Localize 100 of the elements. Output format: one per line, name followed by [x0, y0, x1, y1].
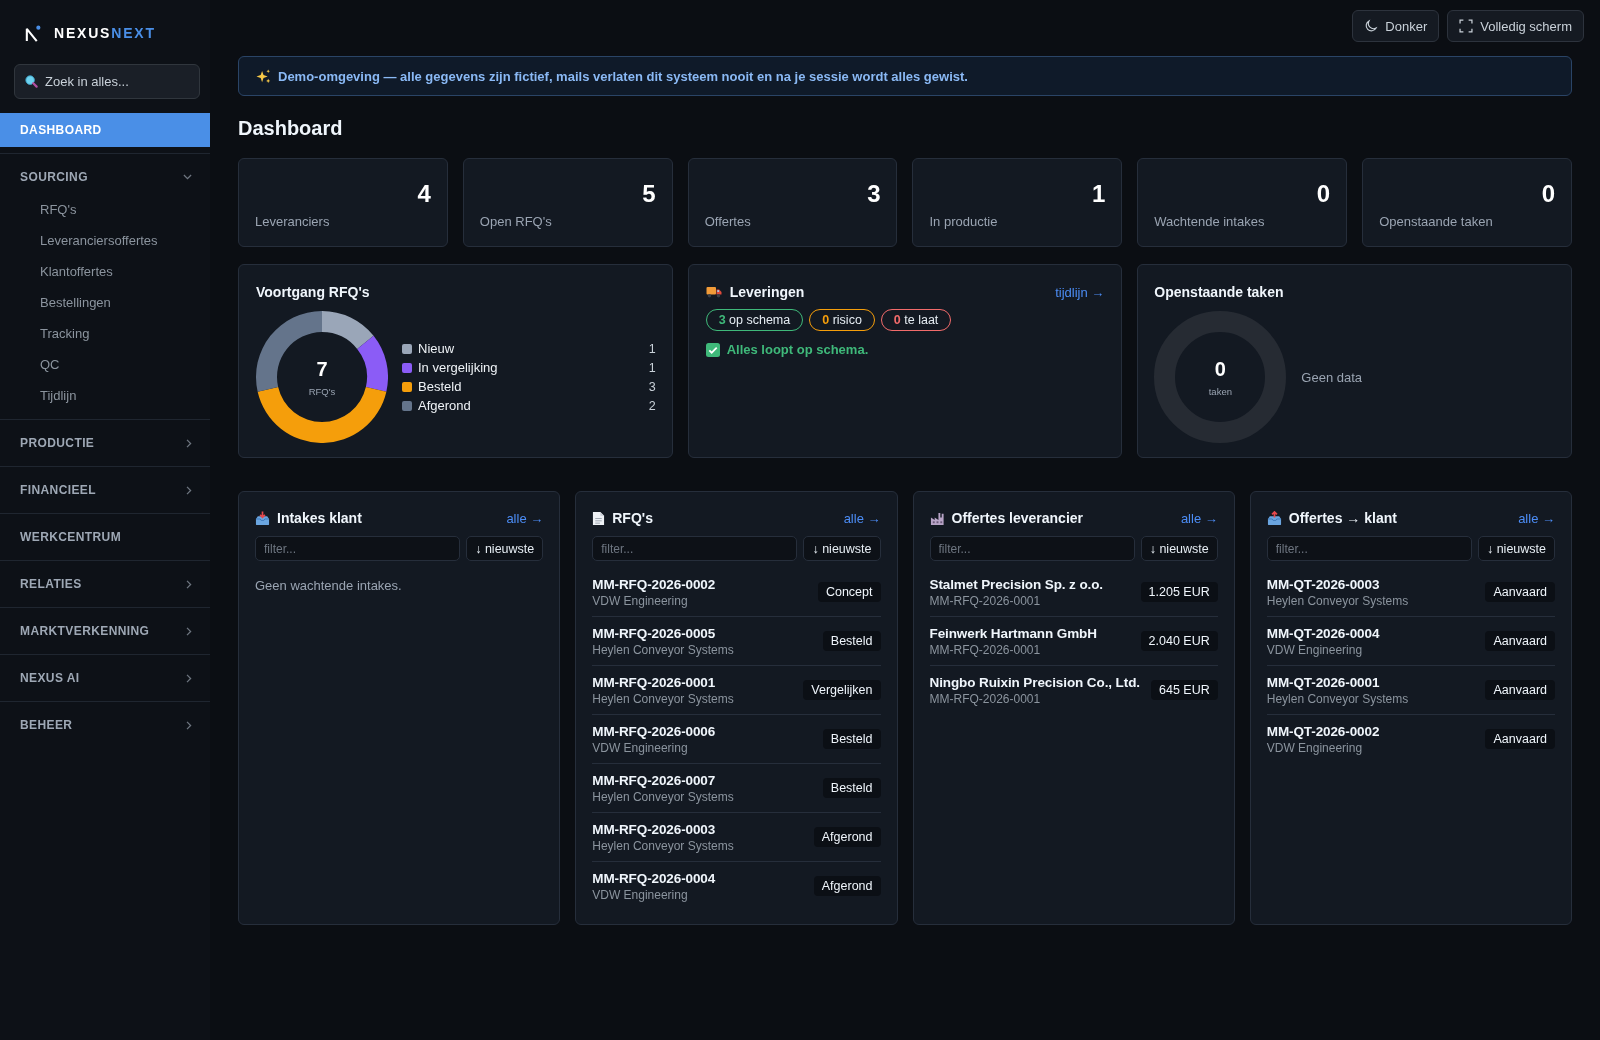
row-title[interactable]: MM-RFQ-2026-0007: [592, 771, 716, 789]
row-subtitle: MM-RFQ-2026-0001: [929, 642, 1041, 658]
legend-count: 1: [648, 360, 656, 375]
card-title: Offertes → klant: [1288, 510, 1397, 526]
row-title[interactable]: MM-QT-2026-0004: [1266, 624, 1380, 642]
status-label: Besteld: [822, 778, 881, 798]
filter-field[interactable]: filter...: [255, 536, 461, 561]
row-title[interactable]: Feinwerk Hartmann GmbH: [929, 624, 1097, 642]
card-title: Offertes leverancier: [951, 510, 1084, 526]
legend-label: Nieuw: [418, 340, 455, 358]
amount-label: 1.205 EUR: [1140, 582, 1218, 602]
stat-label: In productie: [929, 214, 998, 230]
row-subtitle: Heylen Conveyor Systems: [592, 691, 734, 707]
sort-button[interactable]: ↓ nieuwste: [1477, 536, 1555, 561]
timeline-link[interactable]: tijdlijn →: [1055, 284, 1105, 300]
stat-value: 4: [417, 180, 431, 208]
nav-group[interactable]: FINANCIEEL: [0, 473, 210, 507]
stat-label: Offertes: [704, 214, 751, 230]
nav-subitem[interactable]: Bestellingen: [40, 287, 111, 318]
row-title[interactable]: MM-RFQ-2026-0006: [592, 722, 716, 740]
row-subtitle: Heylen Conveyor Systems: [1266, 593, 1409, 609]
nav-subitem[interactable]: QC: [40, 349, 60, 380]
inbox-tray-icon: [255, 510, 270, 526]
nav-subitem[interactable]: Klantoffertes: [40, 256, 113, 287]
status-label: Besteld: [822, 729, 881, 749]
truck-icon: [705, 286, 722, 298]
nav-group[interactable]: NEXUS AI: [0, 661, 210, 695]
nav-item[interactable]: WERKCENTRUM: [0, 520, 210, 554]
stat-label: Openstaande taken: [1379, 214, 1493, 230]
card-title: Voortgang RFQ's: [256, 283, 370, 301]
row-title[interactable]: MM-QT-2026-0001: [1266, 673, 1380, 691]
filter-field[interactable]: filter...: [929, 536, 1135, 561]
nav-group[interactable]: BEHEER: [0, 708, 210, 742]
nav-group[interactable]: MARKTVERKENNING: [0, 614, 210, 648]
stat-value: 1: [1091, 180, 1106, 208]
row-title[interactable]: MM-QT-2026-0003: [1266, 575, 1380, 593]
row-title[interactable]: MM-RFQ-2026-0005: [592, 624, 716, 642]
sparkle-icon: [256, 68, 271, 84]
nav-group[interactable]: SOURCING: [0, 160, 210, 194]
nav-subitem[interactable]: Tracking: [40, 318, 90, 349]
view-all-link[interactable]: alle →: [1180, 510, 1218, 526]
row-subtitle: Heylen Conveyor Systems: [592, 642, 734, 658]
row-subtitle: VDW Engineering: [592, 593, 688, 609]
nav-subitem[interactable]: Tijdlijn: [40, 380, 77, 411]
nav-subitem[interactable]: RFQ's: [40, 194, 77, 225]
fullscreen-button[interactable]: Volledig scherm: [1447, 10, 1584, 42]
row-subtitle: Heylen Conveyor Systems: [1266, 691, 1409, 707]
row-subtitle: VDW Engineering: [1266, 642, 1363, 658]
moon-icon: [1364, 19, 1379, 33]
ring-total: 0: [1214, 357, 1226, 380]
row-title[interactable]: MM-RFQ-2026-0001: [592, 673, 716, 691]
legend-count: 3: [648, 379, 656, 394]
nav-subitem[interactable]: Leveranciersoffertes: [40, 225, 158, 256]
status-label: Aanvaard: [1485, 582, 1555, 602]
legend-label: In vergelijking: [418, 359, 498, 377]
empty-state-text: Geen wachtende intakes.: [255, 578, 402, 593]
search-icon: [25, 75, 38, 88]
filter-field[interactable]: filter...: [1266, 536, 1472, 561]
sort-button[interactable]: ↓ nieuwste: [466, 536, 544, 561]
legend-label: Afgerond: [418, 397, 471, 415]
page-title: Dashboard: [238, 116, 343, 140]
brand-name: NEXUS NEXT: [54, 24, 156, 43]
status-label: Afgerond: [813, 876, 881, 896]
status-label: Aanvaard: [1485, 631, 1555, 651]
card-title: Intakes klant: [277, 510, 362, 526]
amount-label: 2.040 EUR: [1140, 631, 1218, 651]
row-subtitle: MM-RFQ-2026-0001: [929, 593, 1041, 609]
row-subtitle: VDW Engineering: [592, 740, 688, 756]
row-title[interactable]: Ningbo Ruixin Precision Co., Ltd.: [929, 673, 1140, 691]
nav-group[interactable]: RELATIES: [0, 567, 210, 601]
nav-group[interactable]: PRODUCTIE: [0, 426, 210, 460]
fullscreen-icon: [1459, 19, 1474, 33]
row-title[interactable]: MM-RFQ-2026-0004: [592, 869, 716, 887]
theme-button[interactable]: Donker: [1352, 10, 1440, 42]
row-title[interactable]: Stalmet Precision Sp. z o.o.: [929, 575, 1103, 593]
row-title[interactable]: MM-RFQ-2026-0003: [592, 820, 716, 838]
row-title[interactable]: MM-QT-2026-0002: [1266, 722, 1380, 740]
logo-icon: [24, 24, 41, 42]
legend-count: 1: [648, 341, 656, 356]
legend-count: 2: [648, 398, 656, 413]
search-field[interactable]: Zoek in alles...: [14, 64, 200, 99]
row-subtitle: Heylen Conveyor Systems: [592, 789, 734, 805]
stat-value: 0: [1316, 180, 1331, 208]
card-title: Leveringen: [729, 284, 805, 300]
filter-field[interactable]: filter...: [592, 536, 798, 561]
stat-value: 3: [867, 180, 881, 208]
legend-label: Besteld: [418, 378, 462, 396]
sort-button[interactable]: ↓ nieuwste: [803, 536, 881, 561]
view-all-link[interactable]: alle →: [1518, 510, 1555, 526]
status-label: Concept: [817, 582, 881, 602]
view-all-link[interactable]: alle →: [506, 510, 544, 526]
check-icon: [705, 342, 720, 357]
sort-button[interactable]: ↓ nieuwste: [1140, 536, 1218, 561]
row-subtitle: VDW Engineering: [1266, 740, 1363, 756]
chart-total-label: RFQ's: [308, 385, 336, 397]
status-label: Aanvaard: [1485, 680, 1555, 700]
view-all-link[interactable]: alle →: [843, 510, 881, 526]
row-title[interactable]: MM-RFQ-2026-0002: [592, 575, 716, 593]
amount-label: 645 EUR: [1151, 680, 1218, 700]
status-label: Vergelijken: [803, 680, 881, 700]
